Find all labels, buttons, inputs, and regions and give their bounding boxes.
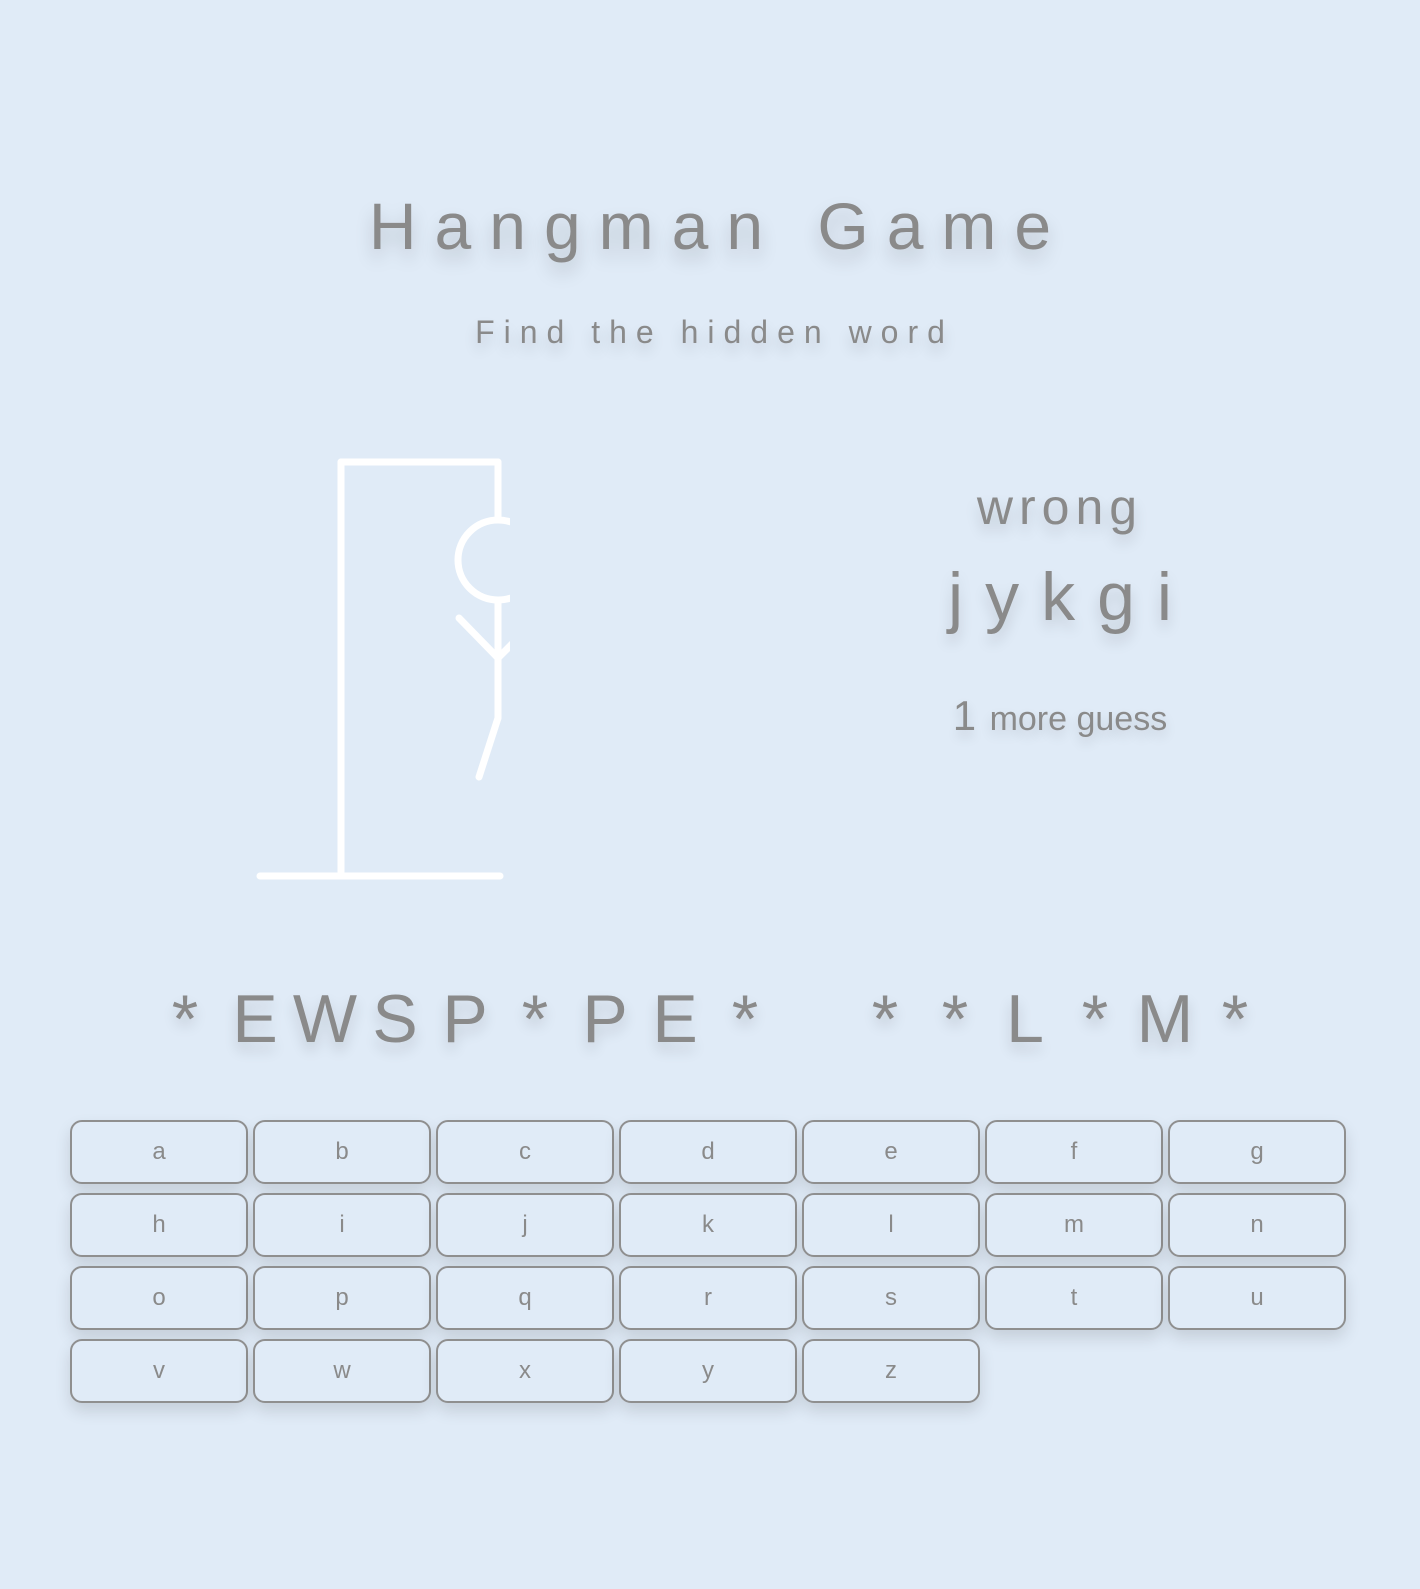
hangman-head (454, 516, 510, 604)
wrong-letter: g (1097, 559, 1135, 635)
key-f[interactable]: f (985, 1120, 1163, 1184)
key-y[interactable]: y (619, 1339, 797, 1403)
word-letter: * (941, 981, 969, 1057)
key-i[interactable]: i (253, 1193, 431, 1257)
key-x[interactable]: x (436, 1339, 614, 1403)
key-e[interactable]: e (802, 1120, 980, 1184)
guesses-remaining: 1 more guess (870, 692, 1250, 740)
key-r[interactable]: r (619, 1266, 797, 1330)
word-letter: P (582, 981, 628, 1057)
word-letter: * (171, 981, 199, 1057)
word-letter: * (731, 981, 759, 1057)
wrong-letter: j (947, 559, 964, 635)
guesses-remaining-text: more guess (989, 700, 1168, 738)
word-letter: P (442, 981, 488, 1057)
key-k[interactable]: k (619, 1193, 797, 1257)
game-subtitle: Find the hidden word (475, 314, 954, 350)
wrong-letter: i (1156, 559, 1173, 635)
key-m[interactable]: m (985, 1193, 1163, 1257)
status-panel: wrong j y k g i 1 more guess (870, 470, 1250, 740)
key-b[interactable]: b (253, 1120, 431, 1184)
key-g[interactable]: g (1168, 1120, 1346, 1184)
word-letter: * (871, 981, 899, 1057)
word-letter: * (1221, 981, 1249, 1057)
word-letter: * (1081, 981, 1109, 1057)
key-d[interactable]: d (619, 1120, 797, 1184)
hangman-left-leg (475, 714, 502, 781)
key-v[interactable]: v (70, 1339, 248, 1403)
guesses-remaining-count: 1 (952, 692, 977, 739)
key-s[interactable]: s (802, 1266, 980, 1330)
word-letter: E (232, 981, 278, 1057)
word-letter: M (1136, 981, 1194, 1057)
key-w[interactable]: w (253, 1339, 431, 1403)
wrong-label: wrong (976, 479, 1144, 535)
game-title: Hangman Game (368, 189, 1070, 263)
wrong-letter: y (985, 559, 1020, 635)
key-l[interactable]: l (802, 1193, 980, 1257)
key-o[interactable]: o (70, 1266, 248, 1330)
word-letter: * (521, 981, 549, 1057)
word-letter: S (372, 981, 418, 1057)
key-c[interactable]: c (436, 1120, 614, 1184)
key-t[interactable]: t (985, 1266, 1163, 1330)
wrong-letters: j y k g i (870, 558, 1250, 636)
key-a[interactable]: a (70, 1120, 248, 1184)
word-letter: W (292, 981, 358, 1057)
hangman-drawing (256, 458, 510, 880)
key-z[interactable]: z (802, 1339, 980, 1403)
wrong-letter: k (1041, 559, 1076, 635)
word-space (780, 980, 850, 1058)
word-letter: L (1006, 981, 1044, 1057)
hangman-left-arm (455, 614, 502, 662)
key-j[interactable]: j (436, 1193, 614, 1257)
key-u[interactable]: u (1168, 1266, 1346, 1330)
key-q[interactable]: q (436, 1266, 614, 1330)
hidden-word: * E W S P * P E * * * L * M * (0, 980, 1420, 1058)
letter-keyboard: a b c d e f g h i j k l m n o p q r s t … (70, 1120, 1350, 1403)
key-h[interactable]: h (70, 1193, 248, 1257)
key-p[interactable]: p (253, 1266, 431, 1330)
word-letter: E (652, 981, 698, 1057)
key-n[interactable]: n (1168, 1193, 1346, 1257)
